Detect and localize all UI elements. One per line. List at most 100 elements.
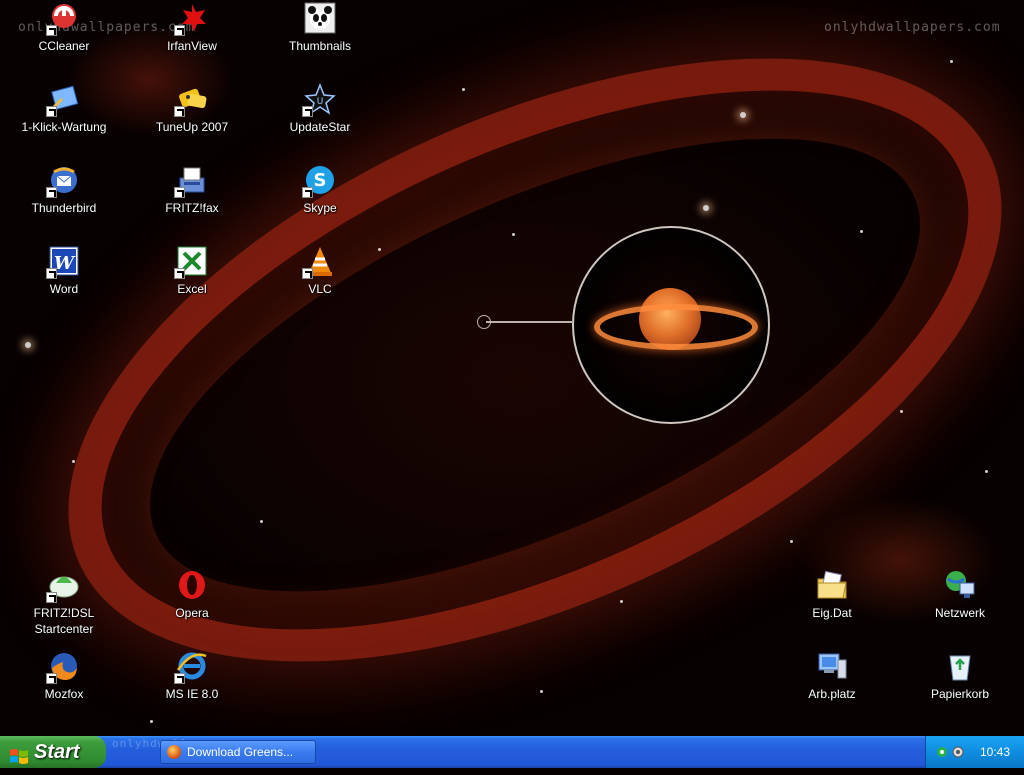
star [512, 233, 515, 236]
star [900, 410, 903, 413]
desktop-icon-opera[interactable]: Opera [142, 569, 242, 621]
shortcut-arrow-icon [302, 106, 313, 117]
recycle-bin-icon [944, 650, 976, 682]
shortcut-arrow-icon [174, 187, 185, 198]
skype-icon: S [302, 164, 336, 198]
desktop-icon-label: Skype [303, 201, 337, 215]
shortcut-arrow-icon [46, 187, 57, 198]
irfanview-icon [174, 2, 208, 36]
desktop-icon-label: Word [49, 282, 79, 296]
ccleaner-icon [46, 2, 80, 36]
shortcut-arrow-icon [174, 268, 185, 279]
svg-text:U: U [317, 97, 324, 107]
star [25, 342, 31, 348]
fritzdsl-icon [46, 569, 80, 603]
desktop-icon-label: FRITZ!DSL Startcenter [33, 606, 95, 636]
desktop-icon-eig-dat[interactable]: Eig.Dat [782, 569, 882, 621]
star [150, 720, 153, 723]
shortcut-arrow-icon [46, 673, 57, 684]
star [950, 60, 953, 63]
star [790, 540, 793, 543]
star [540, 690, 543, 693]
desktop-icon-label: 1-Klick-Wartung [21, 120, 107, 134]
my-documents-folder-icon [816, 569, 848, 601]
desktop-icon-label: IrfanView [167, 39, 217, 53]
network-status-icon[interactable] [936, 745, 948, 757]
desktop-icon-ccleaner[interactable]: CCleaner [14, 2, 114, 54]
desktop-icon-mozfox[interactable]: Mozfox [14, 650, 114, 702]
desktop-icon-vlc[interactable]: VLC [270, 245, 370, 297]
desktop-icon-tuneup-2007[interactable]: TuneUp 2007 [142, 83, 242, 135]
clock[interactable]: 10:43 [980, 736, 1010, 768]
shortcut-arrow-icon [46, 592, 57, 603]
desktop-icon-updatestar[interactable]: U UpdateStar [270, 83, 370, 135]
desktop-icon-label: UpdateStar [289, 120, 351, 134]
windows-flag-icon [9, 743, 29, 764]
desktop-icon-fritzdsl-startcenter[interactable]: FRITZ!DSL Startcenter [14, 569, 114, 637]
taskbar: Start onlyhdwallpapers Download Greens..… [0, 736, 1024, 768]
desktop-icon-label: Thumbnails [288, 39, 352, 53]
desktop-icon-thunderbird[interactable]: Thunderbird [14, 164, 114, 216]
desktop-icon-1-klick-wartung[interactable]: 1-Klick-Wartung [14, 83, 114, 135]
desktop-icon-irfanview[interactable]: IrfanView [142, 2, 242, 54]
desktop-icon-label: Eig.Dat [812, 606, 852, 620]
desktop-icon-word[interactable]: W Word [14, 245, 114, 297]
svg-text:S: S [314, 170, 327, 191]
watermark-right: onlyhdwallpapers.com [824, 20, 1001, 35]
star [462, 88, 465, 91]
network-globe-icon [944, 569, 976, 601]
firefox-icon [46, 650, 80, 684]
word-icon: W [46, 245, 80, 279]
start-button[interactable]: Start [0, 736, 106, 768]
shortcut-arrow-icon [174, 673, 185, 684]
star-icon: U [302, 83, 336, 117]
shortcut-arrow-icon [302, 187, 313, 198]
shortcut-arrow-icon [302, 268, 313, 279]
star [740, 112, 746, 118]
shortcut-arrow-icon [46, 106, 57, 117]
desktop-icon-arb-platz[interactable]: Arb.platz [782, 650, 882, 702]
security-shield-icon[interactable] [952, 745, 964, 758]
star [620, 600, 623, 603]
vlc-cone-icon [302, 245, 336, 279]
firefox-icon [167, 745, 181, 759]
saturn-ring [594, 304, 758, 350]
shortcut-arrow-icon [46, 268, 57, 279]
desktop-icon-label: Mozfox [44, 687, 84, 701]
taskbar-button-label: Download Greens... [187, 745, 294, 759]
desktop-icon-label: CCleaner [38, 39, 90, 53]
internet-explorer-icon [174, 650, 208, 684]
star [260, 520, 263, 523]
star [378, 248, 381, 251]
pointer-line [486, 321, 572, 323]
star [72, 460, 75, 463]
thunderbird-icon [46, 164, 80, 198]
svg-text:W: W [54, 253, 76, 274]
desktop-icon-label: Papierkorb [930, 687, 990, 701]
desktop-icon-papierkorb[interactable]: Papierkorb [910, 650, 1010, 702]
saturn-inset [572, 226, 770, 424]
desktop-icon-label: MS IE 8.0 [165, 687, 219, 701]
desktop-icon-label: FRITZ!fax [165, 201, 219, 215]
system-tray: 10:43 [925, 736, 1024, 768]
desktop-icon-fritzfax[interactable]: FRITZ!fax [142, 164, 242, 216]
desktop-icon-thumbnails[interactable]: Thumbnails [270, 2, 370, 54]
start-label: Start [34, 741, 80, 763]
shortcut-arrow-icon [174, 106, 185, 117]
desktop-icon-ms-ie-8[interactable]: MS IE 8.0 [142, 650, 242, 702]
shortcut-arrow-icon [174, 25, 185, 36]
desktop-icon-label: Thunderbird [31, 201, 97, 215]
fax-icon [174, 164, 208, 198]
desktop-icon-excel[interactable]: Excel [142, 245, 242, 297]
wartung-icon [46, 83, 80, 117]
taskbar-button-download[interactable]: Download Greens... [160, 740, 316, 764]
desktop-icon-netzwerk[interactable]: Netzwerk [910, 569, 1010, 621]
desktop-icon-label: Arb.platz [808, 687, 856, 701]
desktop-icon-label: Netzwerk [934, 606, 985, 620]
desktop-icon-label: VLC [308, 282, 332, 296]
excel-icon [174, 245, 208, 279]
desktop-icon-label: Opera [175, 606, 209, 620]
tuneup-icon [174, 83, 208, 117]
desktop-icon-skype[interactable]: S Skype [270, 164, 370, 216]
star [985, 470, 988, 473]
